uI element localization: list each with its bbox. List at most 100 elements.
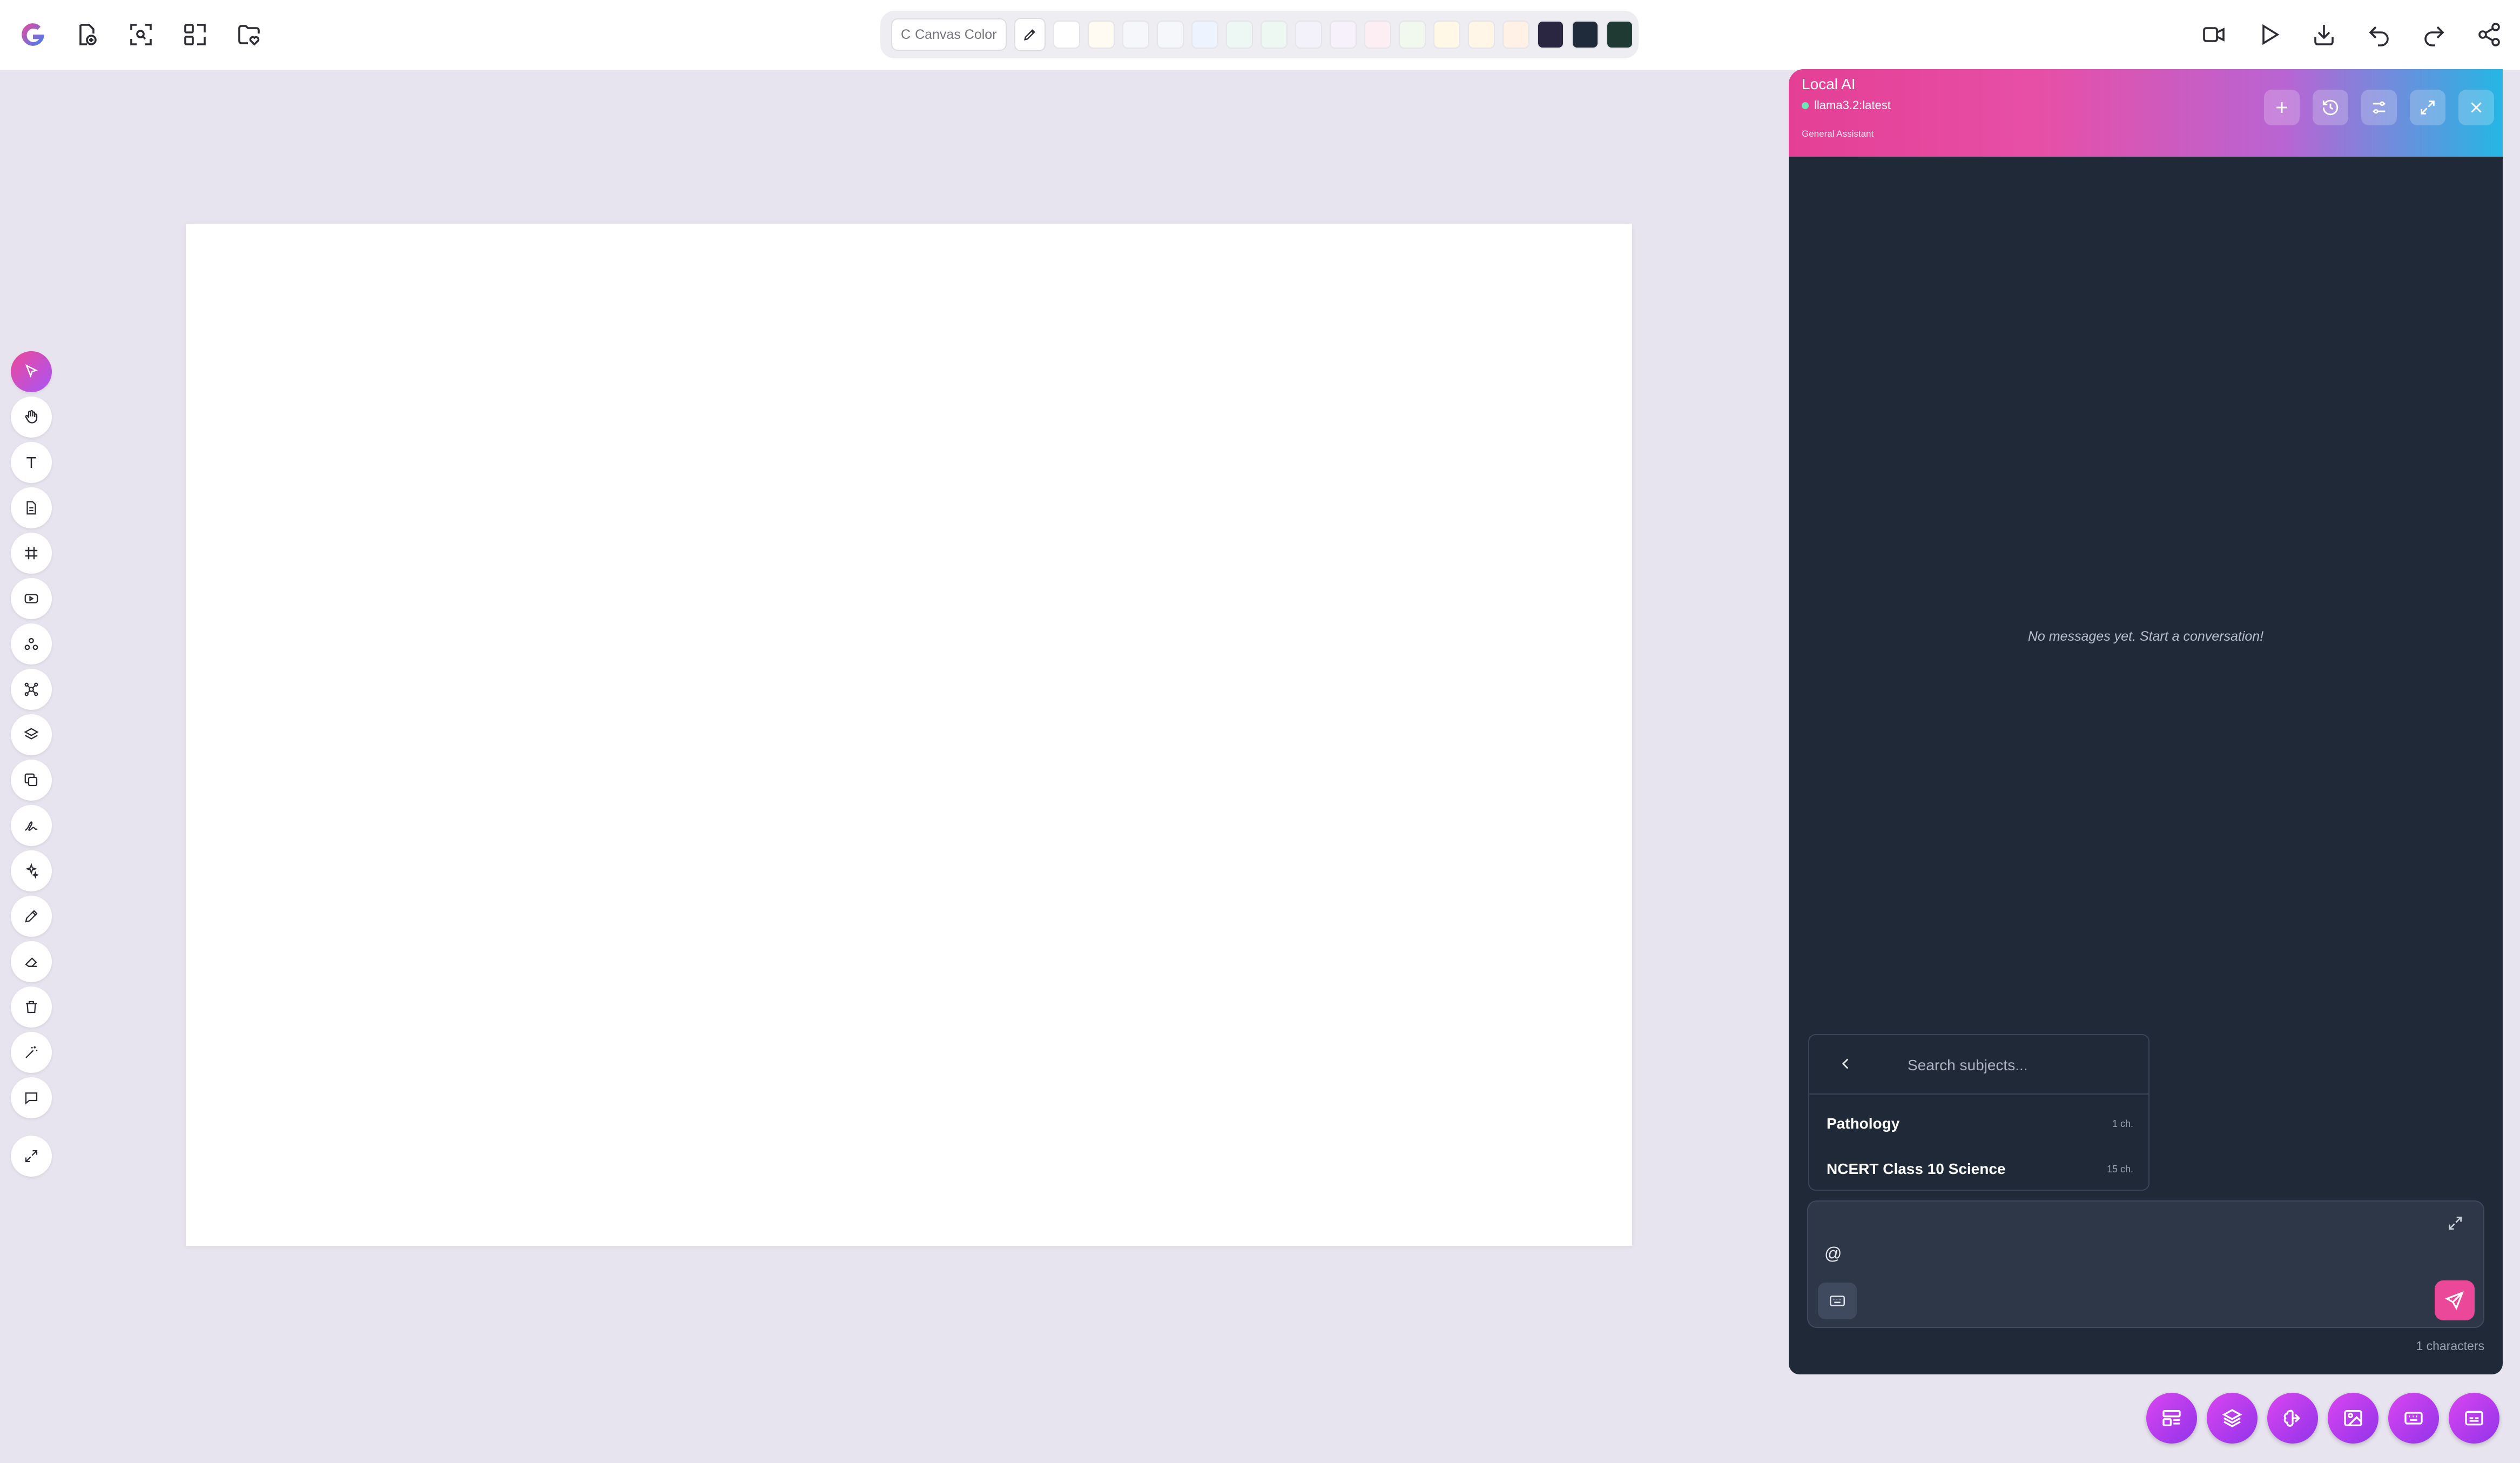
back-chevron-icon[interactable] bbox=[1836, 1055, 1856, 1074]
maximize-button[interactable] bbox=[2410, 90, 2445, 125]
signature-tool[interactable] bbox=[11, 805, 52, 846]
expand-tool[interactable] bbox=[11, 1136, 52, 1177]
send-button[interactable] bbox=[2435, 1280, 2475, 1320]
magic-tool[interactable] bbox=[11, 1032, 52, 1073]
color-swatch-3[interactable] bbox=[1122, 21, 1149, 49]
ai-header-actions bbox=[2264, 90, 2494, 125]
maximize-icon bbox=[2421, 100, 2435, 115]
shapes-icon bbox=[24, 637, 38, 650]
artboard[interactable] bbox=[186, 224, 1632, 1246]
color-swatch-8[interactable] bbox=[1295, 21, 1322, 49]
delete-tool[interactable] bbox=[11, 986, 52, 1028]
hand-tool[interactable] bbox=[11, 397, 52, 438]
send-icon bbox=[2445, 1291, 2464, 1310]
pencil-tool[interactable] bbox=[11, 896, 52, 937]
frame-tool[interactable] bbox=[11, 533, 52, 574]
bottom-dock bbox=[2146, 1393, 2499, 1444]
media-tool[interactable] bbox=[11, 578, 52, 619]
copy-icon bbox=[24, 773, 38, 787]
templates-button[interactable] bbox=[2146, 1393, 2197, 1444]
ai-assistant-button[interactable] bbox=[2267, 1393, 2318, 1444]
ai-panel-subtitle: General Assistant bbox=[1802, 129, 1874, 139]
color-swatch-15[interactable] bbox=[1537, 21, 1564, 49]
subject-search-input[interactable] bbox=[1906, 1050, 2135, 1081]
frame-icon bbox=[25, 547, 38, 560]
favorites-folder-icon[interactable] bbox=[232, 18, 266, 51]
select-frames-icon[interactable] bbox=[178, 18, 212, 51]
share-icon[interactable] bbox=[2472, 18, 2506, 51]
subject-item-pathology[interactable]: Pathology 1 ch. bbox=[1827, 1108, 2133, 1140]
document-tool[interactable] bbox=[11, 487, 52, 528]
message-composer[interactable]: @ bbox=[1807, 1200, 2484, 1328]
color-swatch-5[interactable] bbox=[1191, 21, 1218, 49]
keyboard-icon bbox=[1829, 1296, 1845, 1306]
app-logo-icon[interactable] bbox=[16, 18, 50, 51]
subject-item-count: 1 ch. bbox=[2112, 1118, 2133, 1129]
color-swatch-6[interactable] bbox=[1225, 21, 1253, 49]
character-count: 1 characters bbox=[2416, 1339, 2484, 1353]
canvas-color-glyph: C bbox=[901, 26, 911, 42]
ai-chat-panel: Local AI llama3.2:latest General Assista… bbox=[1789, 69, 2503, 1374]
play-icon[interactable] bbox=[2252, 18, 2286, 51]
settings-button[interactable] bbox=[2361, 90, 2397, 125]
history-button[interactable] bbox=[2313, 90, 2348, 125]
close-panel-button[interactable] bbox=[2458, 90, 2494, 125]
signature-icon bbox=[25, 821, 38, 831]
color-swatch-2[interactable] bbox=[1087, 21, 1115, 49]
keyboard-button[interactable] bbox=[1818, 1283, 1857, 1319]
layers-icon bbox=[24, 728, 39, 740]
color-swatch-11[interactable] bbox=[1398, 21, 1426, 49]
empty-conversation-message: No messages yet. Start a conversation! bbox=[2027, 629, 2264, 644]
comment-tool[interactable] bbox=[11, 1077, 52, 1118]
layers-tool[interactable] bbox=[11, 714, 52, 755]
color-swatch-7[interactable] bbox=[1260, 21, 1288, 49]
color-swatch-4[interactable] bbox=[1156, 21, 1184, 49]
redo-icon[interactable] bbox=[2417, 18, 2451, 51]
shapes-tool[interactable] bbox=[11, 623, 52, 665]
custom-color-pen-button[interactable] bbox=[1014, 18, 1046, 51]
connect-tool[interactable] bbox=[11, 669, 52, 710]
color-swatch-10[interactable] bbox=[1364, 21, 1391, 49]
subject-picker-menu: Pathology 1 ch. NCERT Class 10 Science 1… bbox=[1808, 1034, 2150, 1191]
comment-icon bbox=[25, 1092, 38, 1105]
color-swatch-1[interactable] bbox=[1053, 21, 1080, 49]
duplicate-tool[interactable] bbox=[11, 760, 52, 801]
captions-icon bbox=[2465, 1411, 2483, 1426]
color-swatch-17[interactable] bbox=[1606, 21, 1633, 49]
new-file-icon[interactable] bbox=[70, 18, 104, 51]
eraser-tool[interactable] bbox=[11, 941, 52, 982]
keyboard-shortcuts-button[interactable] bbox=[2388, 1393, 2439, 1444]
color-swatch-16[interactable] bbox=[1571, 21, 1599, 49]
trash-icon bbox=[26, 1001, 37, 1014]
color-swatch-14[interactable] bbox=[1502, 21, 1529, 49]
ai-model-name: llama3.2:latest bbox=[1814, 98, 1891, 112]
subject-item-ncert-class-10-science[interactable]: NCERT Class 10 Science 15 ch. bbox=[1827, 1153, 2133, 1185]
pen-icon bbox=[1023, 29, 1035, 41]
message-input-text[interactable]: @ bbox=[1824, 1244, 1842, 1264]
text-tool[interactable] bbox=[11, 442, 52, 483]
select-tool[interactable] bbox=[11, 351, 52, 392]
expand-composer-icon[interactable] bbox=[2447, 1214, 2465, 1233]
layers-panel-button[interactable] bbox=[2207, 1393, 2258, 1444]
color-swatch-9[interactable] bbox=[1329, 21, 1357, 49]
download-icon[interactable] bbox=[2307, 18, 2341, 51]
undo-icon[interactable] bbox=[2362, 18, 2396, 51]
top-bar: C Canvas Color bbox=[0, 0, 2520, 71]
magic-wand-icon bbox=[25, 1046, 38, 1058]
color-swatch-12[interactable] bbox=[1433, 21, 1460, 49]
image-button[interactable] bbox=[2328, 1393, 2378, 1444]
new-chat-button[interactable] bbox=[2264, 90, 2300, 125]
color-swatch-13[interactable] bbox=[1467, 21, 1495, 49]
eraser-icon bbox=[25, 957, 37, 967]
canvas-color-button[interactable]: C Canvas Color bbox=[891, 18, 1007, 51]
expand-icon bbox=[25, 1150, 38, 1163]
ai-panel-header: Local AI llama3.2:latest General Assista… bbox=[1789, 69, 2503, 157]
ai-model-status: llama3.2:latest bbox=[1802, 98, 1891, 112]
cursor-icon bbox=[25, 364, 38, 378]
record-video-icon[interactable] bbox=[2197, 18, 2231, 51]
captions-button[interactable] bbox=[2449, 1393, 2499, 1444]
effects-tool[interactable] bbox=[11, 850, 52, 891]
left-toolbar bbox=[11, 351, 54, 1177]
top-right-toolbar bbox=[2197, 18, 2506, 51]
zoom-to-fit-icon[interactable] bbox=[124, 18, 158, 51]
